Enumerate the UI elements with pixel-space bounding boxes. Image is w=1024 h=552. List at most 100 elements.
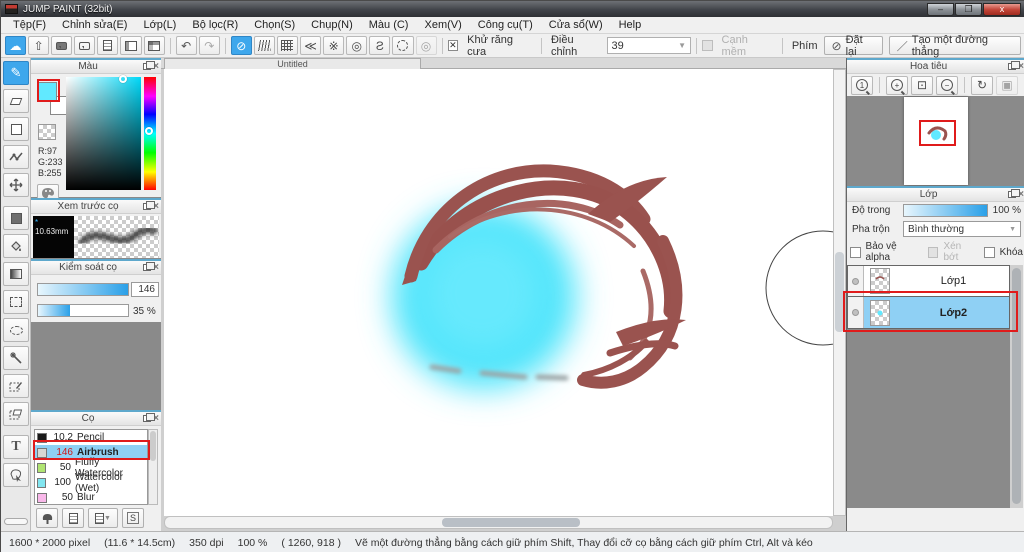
export-button[interactable]: ⇧	[28, 36, 50, 55]
layer-row-1[interactable]: Lớp1	[847, 265, 1010, 297]
layer-opacity-slider[interactable]	[903, 204, 988, 217]
protect-alpha-checkbox[interactable]	[850, 246, 861, 258]
menu-file[interactable]: Tệp(F)	[5, 18, 54, 32]
lasso-select-tool[interactable]	[3, 318, 29, 342]
popout-icon[interactable]	[143, 61, 156, 70]
comment-button[interactable]	[51, 36, 73, 55]
restore-button[interactable]: ❐	[955, 2, 982, 16]
popout-icon[interactable]	[143, 413, 156, 422]
layer-visibility-toggle[interactable]	[848, 297, 864, 328]
foreground-color-swatch[interactable]	[38, 82, 57, 101]
menu-layer[interactable]: Lớp(L)	[135, 18, 184, 32]
parallel-ruler-button[interactable]	[253, 36, 275, 55]
scrollbar-thumb[interactable]	[835, 252, 844, 332]
popout-icon[interactable]	[1008, 61, 1021, 70]
no-correction-button[interactable]: ⊘	[230, 36, 252, 55]
popout-icon[interactable]	[143, 201, 156, 210]
minimize-button[interactable]: –	[927, 2, 954, 16]
canvas-horizontal-scrollbar[interactable]	[164, 516, 833, 529]
adjust-dropdown[interactable]: 39 ▼	[606, 37, 691, 54]
hue-bar[interactable]	[144, 77, 156, 190]
shape-tool[interactable]	[3, 117, 29, 141]
menu-window[interactable]: Cửa sổ(W)	[541, 18, 611, 32]
polyline-tool[interactable]	[3, 145, 29, 169]
duplicate-brush-button[interactable]: ▼	[88, 508, 118, 528]
navigator-thumbnail[interactable]	[904, 97, 968, 185]
move-tool[interactable]	[3, 173, 29, 197]
blend-mode-dropdown[interactable]: Bình thường ▼	[903, 221, 1021, 237]
cloud-sync-button[interactable]: ☁	[5, 36, 27, 55]
eraser-tool[interactable]	[3, 89, 29, 113]
zoom-100-button[interactable]: 1	[851, 75, 873, 95]
transparent-swatch[interactable]	[38, 124, 56, 140]
menu-color[interactable]: Màu (C)	[361, 18, 417, 32]
workspace-layout-button[interactable]	[143, 36, 165, 55]
straight-line-button[interactable]: ／ Tạo một đường thẳng	[888, 34, 1022, 58]
gradient-tool[interactable]	[3, 262, 29, 286]
page-button[interactable]	[97, 36, 119, 55]
undo-button[interactable]: ↶	[175, 36, 197, 55]
brush-opacity-slider[interactable]	[37, 304, 129, 317]
menu-edit[interactable]: Chỉnh sửa(E)	[54, 18, 135, 32]
rotate-reset-button[interactable]: ↻	[971, 75, 993, 95]
navigator-view[interactable]	[847, 96, 1024, 186]
curve-ruler-button[interactable]: Ƨ	[369, 36, 391, 55]
soft-edge-checkbox[interactable]	[701, 40, 713, 51]
marquee-select-tool[interactable]	[3, 290, 29, 314]
popout-icon[interactable]	[1008, 189, 1021, 198]
tool-panel-resizer[interactable]	[4, 518, 28, 525]
saturation-value-picker[interactable]	[66, 75, 141, 190]
drawing-canvas[interactable]	[164, 69, 833, 516]
canvas-tab-untitled[interactable]: Untitled	[164, 58, 421, 69]
comment2-button[interactable]	[74, 36, 96, 55]
layer-visibility-toggle[interactable]	[848, 266, 864, 296]
clip-checkbox[interactable]	[927, 246, 939, 258]
menu-select[interactable]: Chọn(S)	[246, 18, 303, 32]
menu-filter[interactable]: Bộ lọc(R)	[184, 18, 246, 32]
canvas-vertical-scrollbar[interactable]	[833, 69, 846, 516]
select-eraser-tool[interactable]	[3, 402, 29, 426]
brush-tool[interactable]: ✎	[3, 61, 29, 85]
bucket-tool[interactable]	[3, 234, 29, 258]
shape-select-tool[interactable]	[3, 463, 29, 487]
scrollbar-thumb[interactable]	[442, 518, 580, 527]
fill-shape-tool[interactable]	[3, 206, 29, 230]
ellipse-ruler-button[interactable]	[392, 36, 414, 55]
panel-layout-button[interactable]	[120, 36, 142, 55]
reset-button[interactable]: ⊘ Đặt lại	[823, 34, 883, 58]
zoom-in-button[interactable]: +	[886, 75, 908, 95]
grid-ruler-button[interactable]	[276, 36, 299, 55]
antialias-checkbox[interactable]: ✕	[447, 40, 459, 51]
menu-help[interactable]: Help	[611, 18, 650, 32]
radial-ruler-button[interactable]: ※	[323, 36, 345, 55]
lock-checkbox[interactable]	[984, 246, 995, 258]
layer-row-2[interactable]: Lớp2	[847, 297, 1010, 329]
focus-ruler-button[interactable]: ◎	[415, 36, 437, 55]
brush-row-watercolor-wet[interactable]: 100 Watercolor (Wet)	[35, 472, 147, 494]
hue-marker[interactable]	[145, 127, 153, 135]
brush-size-slider[interactable]	[37, 283, 129, 296]
layer-list-scrollbar[interactable]	[1010, 265, 1023, 508]
popout-icon[interactable]	[143, 262, 156, 271]
menu-tools[interactable]: Công cụ(T)	[470, 18, 541, 32]
sv-marker[interactable]	[119, 75, 127, 83]
menu-view[interactable]: Xem(V)	[416, 18, 469, 32]
close-button[interactable]: x	[983, 2, 1021, 16]
text-tool[interactable]: T	[3, 435, 29, 459]
brush-size-value[interactable]: 146	[131, 282, 159, 297]
magic-wand-tool[interactable]	[3, 346, 29, 370]
new-brush-button[interactable]	[62, 508, 84, 528]
concentric-ruler-button[interactable]: ◎	[346, 36, 368, 55]
zoom-out-button[interactable]: −	[936, 75, 958, 95]
menu-snap[interactable]: Chụp(N)	[303, 18, 361, 32]
add-brush-button[interactable]	[36, 508, 58, 528]
brush-script-button[interactable]: S	[122, 508, 144, 528]
scrollbar-thumb[interactable]	[1012, 268, 1021, 504]
flip-view-button[interactable]: ▣	[996, 75, 1018, 95]
vanishing-point-button[interactable]: ≪	[300, 36, 322, 55]
brush-list-scrollbar[interactable]	[148, 429, 158, 505]
brush-row-pencil[interactable]: 10.2 Pencil	[35, 430, 147, 445]
redo-button[interactable]: ↷	[198, 36, 220, 55]
fit-view-button[interactable]: ⊡	[911, 75, 933, 95]
select-pen-tool[interactable]	[3, 374, 29, 398]
